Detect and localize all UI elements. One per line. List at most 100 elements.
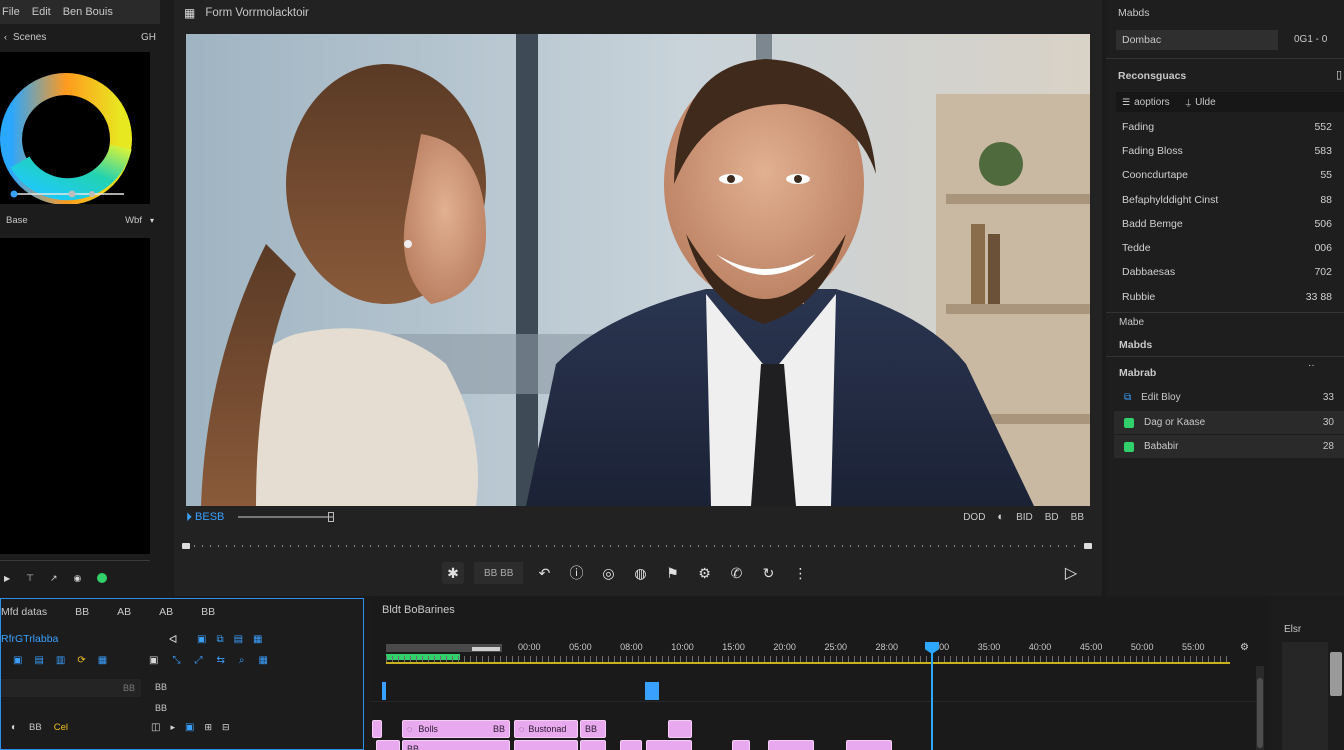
clip-marker[interactable] xyxy=(382,682,386,700)
media-icon-p[interactable]: ⊟ xyxy=(222,722,230,733)
media-icon-g[interactable]: ⤡ xyxy=(172,655,180,666)
media-icon-e[interactable]: ▦ xyxy=(98,655,107,666)
media-icon-c[interactable]: ▥ xyxy=(56,655,65,666)
media-row[interactable]: BB xyxy=(1,679,141,697)
status-green-dot[interactable] xyxy=(97,573,108,583)
prop-row[interactable]: Befaphylddight Cinst 88 xyxy=(1110,188,1344,212)
inspector-field[interactable]: Dombac xyxy=(1116,30,1278,50)
media-icon-m[interactable]: ▸ xyxy=(170,722,175,733)
media-tabs: Mfd datas BB AB AB BB xyxy=(1,604,331,620)
menu-item-edit[interactable]: Edit xyxy=(32,6,51,18)
timeline-clip[interactable] xyxy=(620,740,642,750)
flag-icon[interactable]: ⚑ xyxy=(661,562,683,584)
menu-item-file[interactable]: File xyxy=(2,6,20,18)
play-small-icon[interactable]: ▶ xyxy=(4,574,10,583)
pin-icon[interactable]: ⊤ xyxy=(26,573,34,584)
media-icon-a[interactable]: ▣ xyxy=(13,655,22,666)
media-tab-3[interactable]: AB xyxy=(117,606,131,618)
media-icon-n[interactable]: ▣ xyxy=(185,722,194,733)
play-button-icon[interactable]: ▷ xyxy=(1060,562,1082,584)
timeline-clip[interactable] xyxy=(372,720,382,738)
marker-icon[interactable]: ⓘ xyxy=(565,562,587,584)
timeline-clip[interactable]: BB xyxy=(580,720,606,738)
clip-marker[interactable] xyxy=(645,682,659,700)
list-view-icon[interactable]: ▤ xyxy=(234,634,243,645)
media-icon-d[interactable]: ⟳ xyxy=(77,655,85,666)
panel-toggle-icon[interactable]: ▯ xyxy=(1336,68,1342,81)
folder-icon[interactable]: ▣ xyxy=(197,634,206,645)
media-icon-k[interactable]: ▦ xyxy=(258,655,267,666)
dropdown-icon[interactable]: ▾ xyxy=(150,216,154,225)
timeline-clip[interactable] xyxy=(668,720,692,738)
timeline-clip[interactable] xyxy=(646,740,692,750)
toolbar-label[interactable]: BB BB xyxy=(474,562,524,584)
color-wheel[interactable] xyxy=(0,52,150,205)
jog-slider[interactable] xyxy=(238,512,335,522)
settings-icon[interactable]: ⚙ xyxy=(693,562,715,584)
media-tab-4[interactable]: AB xyxy=(159,606,173,618)
tab-options[interactable]: ☰ aoptiors xyxy=(1122,97,1170,108)
media-icon-f[interactable]: ▣ xyxy=(149,655,158,666)
timeline-clip[interactable] xyxy=(580,740,606,750)
camera-icon[interactable]: ◉ xyxy=(74,573,82,584)
play-circle-icon[interactable]: ⏵ xyxy=(186,510,192,525)
media-icon-j[interactable]: ⌕ xyxy=(239,655,245,666)
target-icon[interactable]: ◎ xyxy=(597,562,619,584)
phone-icon[interactable]: ✆ xyxy=(725,562,747,584)
timeline-clip[interactable]: ◌ Bustonad xyxy=(514,720,578,738)
ruler-mark: 10:00 xyxy=(671,642,694,652)
color-panel-footer: Base Wbf ▾ xyxy=(0,212,160,228)
media-tab-1[interactable]: Mfd datas xyxy=(1,606,47,618)
prop-row[interactable]: Rubbie 33 88 xyxy=(1110,285,1344,309)
prop-row[interactable]: Cooncdurtape 55 xyxy=(1110,163,1344,187)
media-icon-o[interactable]: ⊞ xyxy=(204,722,212,733)
menu-item-bouis[interactable]: Ben Bouis xyxy=(63,6,113,18)
more-dots-icon[interactable]: ·· xyxy=(1308,360,1315,371)
arrow-icon[interactable]: ↗ xyxy=(50,573,58,584)
globe-icon[interactable]: ◍ xyxy=(629,562,651,584)
redo-icon[interactable]: ↻ xyxy=(757,562,779,584)
playhead[interactable] xyxy=(931,644,933,750)
prop-row[interactable]: Fading Bloss 583 xyxy=(1110,139,1344,163)
effect-toggle-green[interactable] xyxy=(1124,417,1134,428)
scrub-bar[interactable] xyxy=(182,541,1092,551)
timeline-clip[interactable] xyxy=(514,740,578,750)
timeline-settings-icon[interactable]: ⚙ xyxy=(1240,642,1249,653)
prop-row[interactable]: Badd Bemge 506 xyxy=(1110,212,1344,236)
link-icon[interactable]: ⧉ xyxy=(216,634,223,645)
timeline-clip[interactable] xyxy=(732,740,750,750)
grid-view-icon[interactable]: ▦ xyxy=(253,634,262,645)
color-panel-extra[interactable]: GH xyxy=(141,32,156,43)
prop-row[interactable]: Fading 552 xyxy=(1110,115,1344,139)
effect-row[interactable]: Dag or Kaase 30 xyxy=(1114,411,1344,434)
tab-ulde[interactable]: ⍊ Ulde xyxy=(1186,97,1216,108)
media-icon-l[interactable]: ◫ xyxy=(151,722,160,733)
timeline-clip[interactable] xyxy=(768,740,814,750)
timeline-clip[interactable] xyxy=(846,740,892,750)
timeline-clip[interactable]: BB xyxy=(402,740,510,750)
effect-row[interactable]: ⧉ Edit Bloy 33 xyxy=(1114,386,1344,409)
effect-toggle-green[interactable] xyxy=(1124,441,1134,452)
media-tab-5[interactable]: BB xyxy=(201,606,215,618)
list-icon: ☰ xyxy=(1122,96,1131,107)
media-icon-b[interactable]: ▤ xyxy=(34,655,43,666)
media-icon-h[interactable]: ⤢ xyxy=(194,655,202,666)
meter-scroll[interactable] xyxy=(1330,652,1342,696)
media-row[interactable]: ◐ BB Cel xyxy=(11,722,68,733)
video-frame[interactable] xyxy=(186,34,1090,506)
undo-icon[interactable]: ↶ xyxy=(533,562,555,584)
media-tab-2[interactable]: BB xyxy=(75,606,89,618)
timeline-clip[interactable] xyxy=(376,740,400,750)
back-icon[interactable]: ᐊ xyxy=(169,633,177,646)
media-icon-i[interactable]: ⇆ xyxy=(216,655,224,666)
timeline-scrollbar[interactable] xyxy=(1256,666,1264,750)
prop-row[interactable]: Dabbaesas 702 xyxy=(1110,260,1344,284)
more-icon[interactable]: ⋮ xyxy=(789,562,811,584)
timeline-clip[interactable]: ◌ Bolls BB xyxy=(402,720,510,738)
razor-icon[interactable]: ✱ xyxy=(442,562,464,584)
drop-icon[interactable]: ◐ xyxy=(997,511,1004,523)
prop-row[interactable]: Tedde 006 xyxy=(1110,236,1344,260)
chevron-left-icon[interactable]: ‹ xyxy=(4,32,7,42)
effect-row[interactable]: Bababir 28 xyxy=(1114,435,1344,458)
grid-icon[interactable]: ▦ xyxy=(184,6,195,20)
